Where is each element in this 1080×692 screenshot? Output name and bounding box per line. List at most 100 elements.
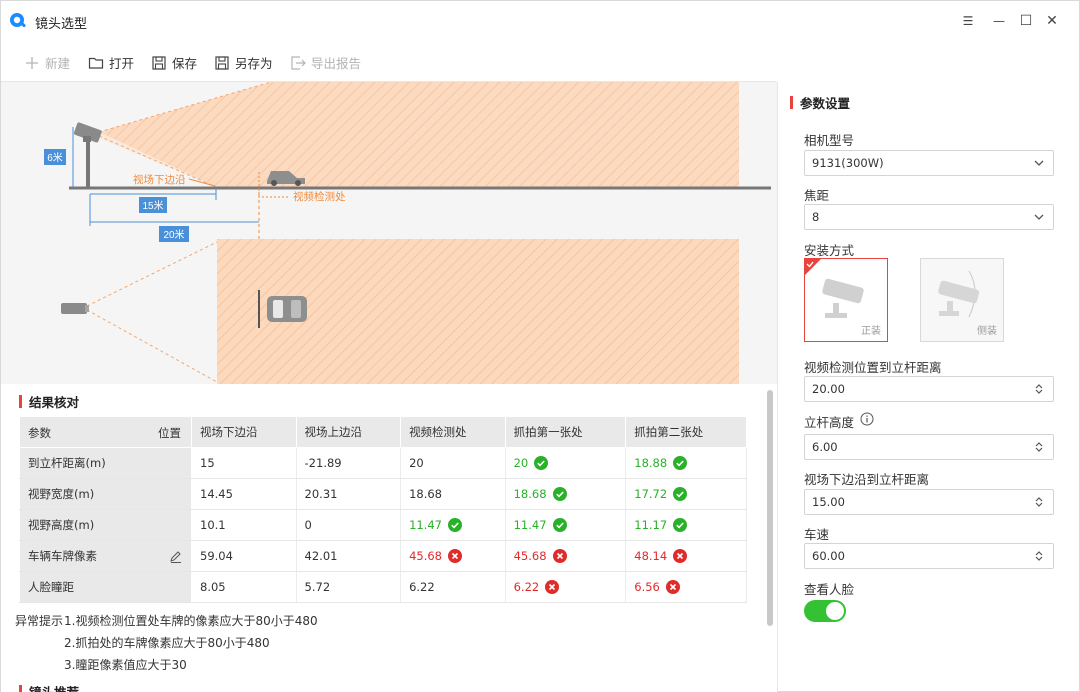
table-cell: 18.68 xyxy=(504,478,627,510)
cell-value: 45.68 xyxy=(409,548,442,563)
pole-height-label: 立杆高度 xyxy=(804,415,855,430)
table-cell: 15 xyxy=(191,447,297,479)
fov-lower-edge-label: 视场下边沿 xyxy=(133,173,186,186)
focal-value: 8 xyxy=(812,210,820,224)
spinner-icon[interactable] xyxy=(1033,383,1045,395)
export-label: 导出报告 xyxy=(311,56,362,71)
camera-icon xyxy=(73,122,102,143)
fov-lower-dist-value: 15.00 xyxy=(812,495,845,509)
cell-value: 59.04 xyxy=(200,549,233,563)
spinner-icon[interactable] xyxy=(1033,496,1045,508)
cell-value: 18.88 xyxy=(634,455,668,470)
toolbar: 新建 打开 保存 另存为 导出报告 xyxy=(1,45,1079,81)
speed-input[interactable]: 60.00 xyxy=(804,543,1054,569)
table-cell: 20.31 xyxy=(295,478,402,510)
cell-value: 18.68 xyxy=(409,487,442,501)
results-scrollbar[interactable] xyxy=(767,390,773,626)
speed-label: 车速 xyxy=(804,527,830,542)
table-row: 人脸瞳距 8.05 5.72 6.22 6.22 6.56 xyxy=(19,571,747,603)
detect-dist-value: 20.00 xyxy=(812,382,845,396)
cell-value: -21.89 xyxy=(304,456,342,470)
cell-value: 0 xyxy=(304,518,312,532)
plus-icon xyxy=(26,56,38,69)
chevron-down-icon xyxy=(1034,214,1044,220)
cell-value: 10.1 xyxy=(200,518,226,532)
cell-value: 42.01 xyxy=(304,549,338,563)
results-title: 结果核对 xyxy=(19,392,79,411)
fov-diagram: 6米 视场下边沿 视频检测处 15米 20米 xyxy=(1,82,777,384)
pole-height-tag: 6米 xyxy=(47,151,63,164)
minimize-button[interactable]: — xyxy=(989,11,1009,31)
table-cell: 11.17 xyxy=(625,509,747,541)
title-accent-bar xyxy=(19,685,22,692)
settings-title-text: 参数设置 xyxy=(800,96,851,111)
maximize-button[interactable]: ☐ xyxy=(1016,11,1036,31)
mount-front-option[interactable]: 正装 xyxy=(804,258,888,342)
camera-model-select[interactable]: 9131(300W) xyxy=(804,150,1054,176)
save-as-button[interactable]: 另存为 xyxy=(214,53,273,72)
cell-value: 6.56 xyxy=(634,579,660,594)
camera-side-icon xyxy=(938,270,980,318)
close-button[interactable]: ✕ xyxy=(1042,11,1062,31)
info-icon[interactable] xyxy=(860,412,874,426)
col-header: 抓拍第一张处 xyxy=(504,416,627,448)
app-logo-icon xyxy=(10,13,26,28)
fov-lower-dist-input[interactable]: 15.00 xyxy=(804,489,1054,515)
cell-value: 20.31 xyxy=(304,487,338,501)
edit-icon[interactable] xyxy=(169,550,183,564)
new-button[interactable]: 新建 xyxy=(24,53,70,72)
view-face-toggle[interactable] xyxy=(804,600,846,622)
cell-value: 17.72 xyxy=(634,486,668,501)
row-header: 车辆车牌像素 xyxy=(19,540,192,572)
spinner-icon[interactable] xyxy=(1033,550,1045,562)
mount-side-option[interactable]: 侧装 xyxy=(920,258,1004,342)
error-circle-icon xyxy=(673,549,688,564)
table-cell: 11.47 xyxy=(504,509,627,541)
open-button[interactable]: 打开 xyxy=(88,53,134,72)
title-accent-bar xyxy=(19,395,22,408)
fov-lower-dist-label: 视场下边沿到立杆距离 xyxy=(804,472,930,487)
row-header: 人脸瞳距 xyxy=(19,571,192,603)
table-cell: 10.1 xyxy=(191,509,297,541)
distance-15-tag: 15米 xyxy=(142,199,163,212)
menu-icon[interactable]: ☰ xyxy=(958,11,978,31)
cell-value: 6.22 xyxy=(513,579,540,594)
col-header: 视场上边沿 xyxy=(295,416,402,448)
cell-value: 45.68 xyxy=(513,548,547,563)
table-cell: 11.47 xyxy=(400,509,506,541)
save-button[interactable]: 保存 xyxy=(151,53,197,72)
toggle-knob xyxy=(826,602,844,620)
corner-param-label: 参数 xyxy=(28,426,51,440)
pole-height-input[interactable]: 6.00 xyxy=(804,434,1054,460)
spinner-icon[interactable] xyxy=(1033,441,1045,453)
lens-recommend-text: 镜头推荐 xyxy=(29,682,79,692)
cell-value: 15 xyxy=(200,456,215,470)
table-cell: 20 xyxy=(400,447,506,479)
view-face-label: 查看人脸 xyxy=(804,582,855,597)
check-circle-icon xyxy=(673,518,688,533)
camera-top-icon xyxy=(61,303,89,314)
row-label: 到立杆距离(m) xyxy=(28,456,106,470)
window-title: 镜头选型 xyxy=(35,17,88,32)
side-view-fov xyxy=(99,82,739,187)
save-as-icon xyxy=(215,55,229,70)
row-label: 车辆车牌像素 xyxy=(28,549,97,563)
results-table-body: 到立杆距离(m) 15 -21.89 20 20 18.88 视野宽度(m) 14.45 20.… xyxy=(19,447,747,603)
corner-cell: 参数 位置 xyxy=(19,416,192,448)
export-report-button[interactable]: 导出报告 xyxy=(290,53,361,72)
detect-dist-input[interactable]: 20.00 xyxy=(804,376,1054,402)
table-cell: 6.56 xyxy=(625,571,747,603)
mount-label: 安装方式 xyxy=(804,243,855,258)
error-circle-icon xyxy=(552,549,567,564)
table-header-row: 参数 位置 视场下边沿 视场上边沿 视频检测处 抓拍第一张处 抓拍第二张处 xyxy=(19,416,747,448)
table-cell: 59.04 xyxy=(191,540,297,572)
mount-side-label: 侧装 xyxy=(977,326,997,337)
pole xyxy=(86,140,90,188)
focal-select[interactable]: 8 xyxy=(804,204,1054,230)
settings-panel: 参数设置 相机型号 9131(300W) 焦距 8 安装方式 正装 侧装 视频检… xyxy=(777,82,1080,692)
car-top-icon xyxy=(267,296,307,322)
cell-value: 18.68 xyxy=(513,486,547,501)
cell-value: 20 xyxy=(513,455,529,470)
app-window: 镜头选型 ☰ — ☐ ✕ 新建 打开 保存 另存为 导出报告 6米 视场下边沿 … xyxy=(0,0,1080,692)
table-cell: 5.72 xyxy=(295,571,402,603)
